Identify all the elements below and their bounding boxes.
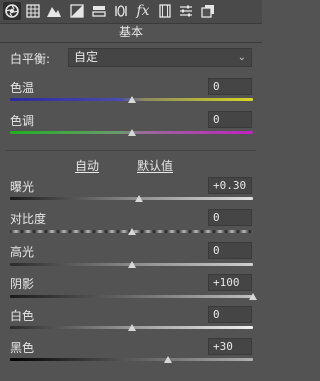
sliders-icon[interactable]: [177, 2, 195, 20]
contrast-value-field[interactable]: 0: [208, 209, 252, 226]
white-balance-select[interactable]: 自定 ⌄: [68, 48, 252, 67]
split-square-icon[interactable]: [68, 2, 86, 20]
temperature-label: 色温: [10, 81, 35, 95]
exposure-slider-track[interactable]: [10, 197, 253, 200]
shadows-slider-track[interactable]: [10, 295, 253, 298]
section-divider: [6, 150, 256, 151]
chevron-down-icon: ⌄: [237, 52, 246, 63]
blacks-label: 黑色: [10, 341, 35, 355]
tone-curve-mountains-icon[interactable]: [45, 2, 63, 20]
blacks-value-field[interactable]: +30: [208, 338, 252, 355]
fx-icon[interactable]: fx: [134, 2, 152, 20]
shadows-label: 阴影: [10, 277, 35, 291]
whites-slider-thumb[interactable]: [127, 324, 136, 331]
highlights-label: 高光: [10, 245, 35, 259]
highlights-slider-thumb[interactable]: [127, 261, 136, 268]
lens-icon[interactable]: [112, 2, 130, 20]
film-strip-icon[interactable]: [156, 2, 174, 20]
contrast-label: 对比度: [10, 212, 47, 226]
highlights-value-field[interactable]: 0: [208, 242, 252, 259]
shadows-value-field[interactable]: +100: [208, 274, 252, 291]
white-balance-value: 自定: [74, 50, 99, 64]
blacks-slider-thumb[interactable]: [163, 356, 172, 363]
whites-value-field[interactable]: 0: [208, 306, 252, 323]
exposure-label: 曝光: [10, 180, 35, 194]
blacks-slider-track[interactable]: [10, 358, 253, 361]
exposure-value-field[interactable]: +0.30: [208, 177, 252, 194]
contrast-slider-thumb[interactable]: [127, 228, 136, 235]
auto-tone-button[interactable]: 自动: [75, 157, 99, 174]
hsl-bars-icon[interactable]: [90, 2, 108, 20]
tint-slider-thumb[interactable]: [127, 129, 136, 136]
exposure-slider-thumb[interactable]: [134, 195, 143, 202]
whites-label: 白色: [10, 309, 35, 323]
tint-label: 色调: [10, 114, 35, 128]
aperture-icon[interactable]: [3, 2, 21, 20]
temperature-value-field[interactable]: 0: [208, 78, 252, 95]
white-balance-label: 白平衡:: [10, 52, 51, 66]
histogram-grid-icon[interactable]: [24, 2, 42, 20]
temperature-slider-thumb[interactable]: [127, 96, 136, 103]
snapshots-icon[interactable]: [199, 2, 217, 20]
panel-tabs-toolbar: fx: [0, 0, 262, 24]
panel-title: 基本: [0, 24, 262, 43]
shadows-slider-thumb[interactable]: [249, 293, 257, 300]
tint-value-field[interactable]: 0: [208, 111, 252, 128]
default-tone-button[interactable]: 默认值: [137, 157, 173, 174]
